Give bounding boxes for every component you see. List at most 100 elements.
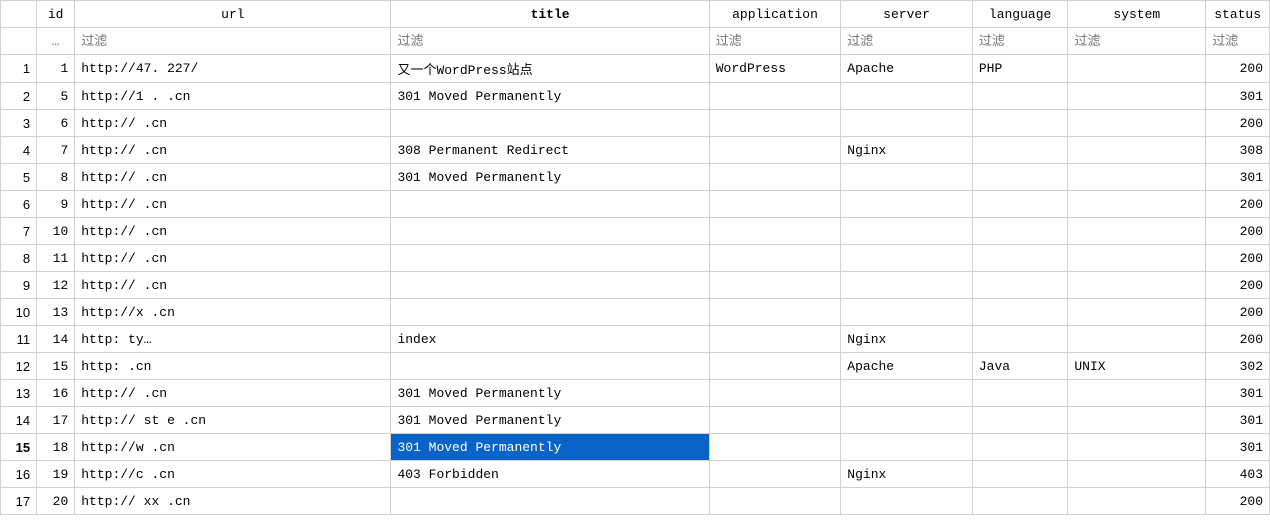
cell-url[interactable]: http:// .cn <box>75 137 391 164</box>
cell-application[interactable] <box>709 353 841 380</box>
table-row[interactable]: 1316http:// .cn301 Moved Permanently301 <box>1 380 1270 407</box>
cell-system[interactable] <box>1068 461 1206 488</box>
cell-application[interactable] <box>709 191 841 218</box>
cell-server[interactable] <box>841 191 973 218</box>
cell-url[interactable]: http:// .cn <box>75 272 391 299</box>
cell-language[interactable] <box>972 110 1067 137</box>
header-application[interactable]: application <box>709 1 841 28</box>
cell-title[interactable] <box>391 245 709 272</box>
filter-title-input[interactable] <box>391 29 708 53</box>
cell-application[interactable] <box>709 380 841 407</box>
cell-language[interactable] <box>972 461 1067 488</box>
cell-status[interactable]: 200 <box>1206 488 1270 515</box>
cell-language[interactable] <box>972 191 1067 218</box>
cell-server[interactable] <box>841 83 973 110</box>
cell-language[interactable] <box>972 272 1067 299</box>
cell-server[interactable]: Apache <box>841 353 973 380</box>
cell-title[interactable]: 301 Moved Permanently <box>391 164 709 191</box>
filter-server-input[interactable] <box>841 29 972 53</box>
cell-language[interactable] <box>972 245 1067 272</box>
filter-status-input[interactable] <box>1206 29 1269 53</box>
cell-status[interactable]: 301 <box>1206 407 1270 434</box>
cell-status[interactable]: 301 <box>1206 164 1270 191</box>
row-number[interactable]: 2 <box>1 83 37 110</box>
cell-application[interactable] <box>709 488 841 515</box>
cell-application[interactable] <box>709 272 841 299</box>
header-id[interactable]: id <box>37 1 75 28</box>
cell-title[interactable]: 301 Moved Permanently <box>391 434 709 461</box>
cell-application[interactable] <box>709 218 841 245</box>
cell-system[interactable] <box>1068 326 1206 353</box>
cell-url[interactable]: http://c .cn <box>75 461 391 488</box>
cell-server[interactable]: Nginx <box>841 326 973 353</box>
cell-id[interactable]: 14 <box>37 326 75 353</box>
cell-application[interactable] <box>709 83 841 110</box>
header-system[interactable]: system <box>1068 1 1206 28</box>
cell-url[interactable]: http://x .cn <box>75 299 391 326</box>
cell-title[interactable] <box>391 272 709 299</box>
cell-language[interactable] <box>972 137 1067 164</box>
cell-system[interactable] <box>1068 218 1206 245</box>
cell-system[interactable] <box>1068 299 1206 326</box>
cell-id[interactable]: 6 <box>37 110 75 137</box>
cell-application[interactable] <box>709 137 841 164</box>
cell-server[interactable] <box>841 434 973 461</box>
cell-id[interactable]: 9 <box>37 191 75 218</box>
cell-id[interactable]: 11 <box>37 245 75 272</box>
cell-status[interactable]: 301 <box>1206 380 1270 407</box>
table-row[interactable]: 1518http://w .cn301 Moved Permanently301 <box>1 434 1270 461</box>
cell-status[interactable]: 301 <box>1206 83 1270 110</box>
results-table[interactable]: id url title application server language… <box>0 0 1270 515</box>
cell-url[interactable]: http: ty… <box>75 326 391 353</box>
cell-url[interactable]: http:// xx .cn <box>75 488 391 515</box>
cell-system[interactable] <box>1068 488 1206 515</box>
cell-application[interactable]: WordPress <box>709 55 841 83</box>
header-status[interactable]: status <box>1206 1 1270 28</box>
cell-system[interactable] <box>1068 83 1206 110</box>
filter-language-input[interactable] <box>973 29 1067 53</box>
cell-server[interactable] <box>841 164 973 191</box>
table-row[interactable]: 58http:// .cn301 Moved Permanently301 <box>1 164 1270 191</box>
row-number[interactable]: 1 <box>1 55 37 83</box>
cell-application[interactable] <box>709 326 841 353</box>
cell-application[interactable] <box>709 299 841 326</box>
cell-language[interactable] <box>972 164 1067 191</box>
cell-language[interactable] <box>972 326 1067 353</box>
cell-title[interactable]: 403 Forbidden <box>391 461 709 488</box>
table-row[interactable]: 1619http://c .cn403 ForbiddenNginx403 <box>1 461 1270 488</box>
cell-status[interactable]: 200 <box>1206 272 1270 299</box>
cell-application[interactable] <box>709 434 841 461</box>
header-language[interactable]: language <box>972 1 1067 28</box>
row-number[interactable]: 7 <box>1 218 37 245</box>
cell-application[interactable] <box>709 164 841 191</box>
cell-id[interactable]: 10 <box>37 218 75 245</box>
cell-title[interactable]: 308 Permanent Redirect <box>391 137 709 164</box>
cell-title[interactable]: 301 Moved Permanently <box>391 407 709 434</box>
table-row[interactable]: 1720http:// xx .cn200 <box>1 488 1270 515</box>
cell-title[interactable] <box>391 353 709 380</box>
cell-id[interactable]: 7 <box>37 137 75 164</box>
cell-title[interactable]: 301 Moved Permanently <box>391 83 709 110</box>
filter-more-icon[interactable]: … <box>37 29 74 53</box>
cell-status[interactable]: 308 <box>1206 137 1270 164</box>
row-number[interactable]: 5 <box>1 164 37 191</box>
cell-id[interactable]: 18 <box>37 434 75 461</box>
row-number[interactable]: 15 <box>1 434 37 461</box>
cell-url[interactable]: http:// .cn <box>75 245 391 272</box>
cell-id[interactable]: 17 <box>37 407 75 434</box>
row-number[interactable]: 12 <box>1 353 37 380</box>
cell-server[interactable] <box>841 110 973 137</box>
table-row[interactable]: 912http:// .cn200 <box>1 272 1270 299</box>
cell-application[interactable] <box>709 461 841 488</box>
table-row[interactable]: 36http:// .cn200 <box>1 110 1270 137</box>
cell-application[interactable] <box>709 407 841 434</box>
cell-language[interactable] <box>972 488 1067 515</box>
cell-language[interactable]: PHP <box>972 55 1067 83</box>
cell-url[interactable]: http:// .cn <box>75 191 391 218</box>
cell-language[interactable] <box>972 299 1067 326</box>
row-number[interactable]: 10 <box>1 299 37 326</box>
cell-system[interactable] <box>1068 245 1206 272</box>
row-number[interactable]: 17 <box>1 488 37 515</box>
cell-server[interactable] <box>841 218 973 245</box>
cell-language[interactable] <box>972 218 1067 245</box>
